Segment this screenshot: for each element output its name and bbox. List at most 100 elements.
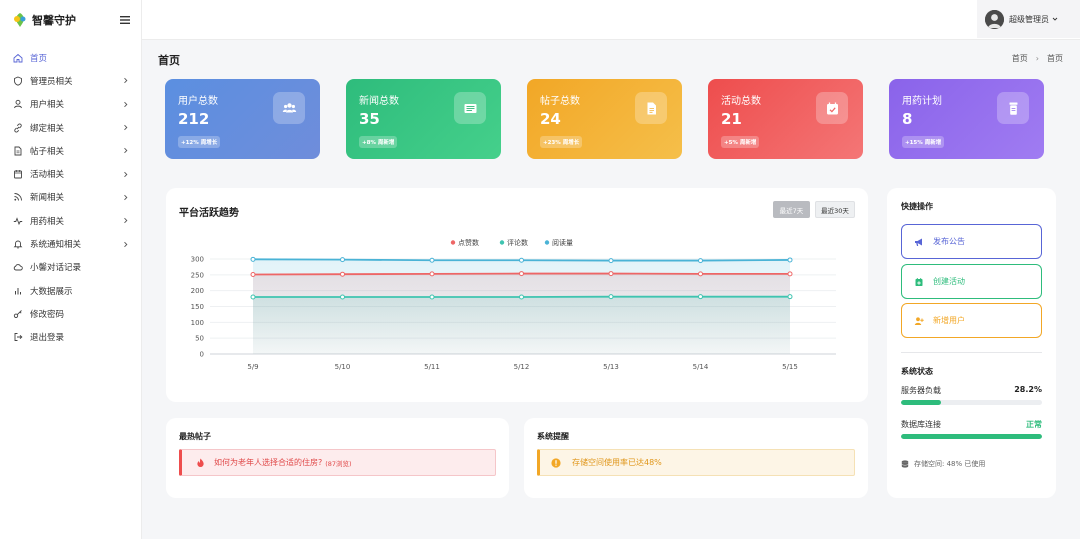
sidebar-item[interactable]: 修改密码 bbox=[0, 302, 141, 325]
legend-label: 评论数 bbox=[507, 238, 528, 247]
stat-card[interactable]: 活动总数 21 +5% 周新增 bbox=[708, 79, 863, 159]
db-connection-fill bbox=[901, 434, 1042, 439]
sidebar-item[interactable]: 帖子相关 bbox=[0, 139, 141, 162]
avatar bbox=[985, 9, 1004, 29]
legend-marker bbox=[544, 240, 550, 245]
reminder-item: 存储空间使用率已达48% bbox=[537, 449, 855, 476]
sidebar: 智馨守护 首页管理员相关用户相关 绑定相关帖子相关活动相关新闻相关用药相关系统通知… bbox=[0, 0, 142, 539]
cloud-icon bbox=[13, 264, 23, 271]
link-icon bbox=[14, 123, 22, 133]
data-point bbox=[698, 294, 703, 300]
bar-chart-icon bbox=[15, 287, 21, 295]
sidebar-menu: 首页管理员相关用户相关 绑定相关帖子相关活动相关新闻相关用药相关系统通知相关 小馨对… bbox=[0, 46, 141, 349]
divider bbox=[901, 352, 1042, 353]
data-point bbox=[340, 294, 345, 300]
quick-action-label: 创建活动 bbox=[933, 277, 965, 286]
sidebar-item[interactable]: 退出登录 bbox=[0, 326, 141, 349]
user-plus-icon bbox=[914, 316, 924, 325]
server-load-bar bbox=[901, 400, 1042, 405]
sidebar-item-label: 大数据展示 bbox=[30, 286, 73, 297]
stat-growth-badge: +23% 周增长 bbox=[540, 136, 583, 148]
sidebar-item-label: 管理员相关 bbox=[30, 76, 73, 87]
stat-card[interactable]: 用药计划 8 +15% 周新增 bbox=[889, 79, 1044, 159]
data-point bbox=[519, 294, 524, 300]
data-point bbox=[429, 257, 435, 263]
data-point bbox=[429, 271, 435, 277]
sidebar-item[interactable]: 用户相关 bbox=[0, 93, 141, 116]
data-point bbox=[250, 272, 256, 278]
newspaper-icon bbox=[464, 103, 476, 113]
legend-label: 阅读量 bbox=[552, 238, 573, 247]
data-point bbox=[787, 294, 793, 300]
stat-card[interactable]: 帖子总数 24 +23% 周增长 bbox=[527, 79, 682, 159]
top-header: 超级管理员 bbox=[142, 0, 1080, 40]
legend-label: 点赞数 bbox=[458, 238, 479, 247]
sidebar-item[interactable]: 绑定相关 bbox=[0, 116, 141, 139]
trend-panel: 平台活跃趋势 最近7天 最近30天 0 50 100 150 200 250 300 5/9 5… bbox=[166, 188, 868, 402]
database-icon bbox=[901, 460, 909, 468]
sidebar-item-label: 修改密码 bbox=[30, 309, 65, 320]
stat-icon-box bbox=[273, 92, 305, 124]
x-tick-label: 5/12 bbox=[514, 363, 530, 371]
user-name: 超级管理员 bbox=[1009, 14, 1049, 24]
quick-action-label: 新增用户 bbox=[933, 316, 965, 325]
chevron-down-icon bbox=[1052, 17, 1058, 21]
activity-chart: 0 50 100 150 200 250 300 5/9 5/10 5/11 5/12 5/13 5/1… bbox=[191, 238, 836, 371]
stat-icon-box bbox=[997, 92, 1029, 124]
pill-bottle-icon bbox=[1009, 102, 1017, 115]
data-point bbox=[250, 256, 256, 262]
quick-action-button[interactable]: 新增用户 bbox=[901, 303, 1042, 338]
chevron-right-icon bbox=[124, 241, 128, 247]
quick-action-button[interactable]: 创建活动 bbox=[901, 264, 1042, 299]
chevron-right-icon bbox=[124, 148, 128, 154]
logo-icon bbox=[14, 13, 26, 27]
megaphone-icon bbox=[915, 238, 922, 246]
sidebar-item[interactable]: 系统通知相关 bbox=[0, 232, 141, 255]
file-icon bbox=[14, 146, 22, 156]
server-load-value: 28.2% bbox=[1014, 385, 1042, 394]
legend-marker bbox=[499, 240, 505, 245]
data-point bbox=[698, 271, 703, 277]
hot-posts-panel: 最热帖子 如何为老年人选择合适的住房? (87浏览) bbox=[166, 418, 509, 498]
quick-action-button[interactable]: 发布公告 bbox=[901, 224, 1042, 259]
calendar-icon bbox=[14, 170, 22, 179]
data-point bbox=[429, 294, 435, 300]
data-point bbox=[608, 271, 614, 277]
stat-growth-badge: +8% 周新增 bbox=[359, 136, 398, 148]
stat-icon-box bbox=[635, 92, 667, 124]
hot-post-item[interactable]: 如何为老年人选择合适的住房? (87浏览) bbox=[179, 449, 496, 476]
data-point bbox=[608, 294, 614, 300]
stat-card[interactable]: 用户总数 212 +12% 周增长 bbox=[165, 79, 320, 159]
data-point bbox=[340, 257, 345, 263]
sidebar-item[interactable]: 小馨对话记录 bbox=[0, 256, 141, 279]
sidebar-item[interactable]: 新闻相关 bbox=[0, 186, 141, 209]
sidebar-item[interactable]: 大数据展示 bbox=[0, 279, 141, 302]
sidebar-item-label: 小馨对话记录 bbox=[30, 263, 82, 274]
home-icon bbox=[13, 53, 23, 63]
sidebar-item[interactable]: 用药相关 bbox=[0, 209, 141, 232]
reminders-title: 系统提醒 bbox=[537, 432, 569, 441]
calendar-check-icon bbox=[826, 102, 838, 114]
chevron-right-icon bbox=[124, 78, 128, 84]
data-point bbox=[698, 258, 703, 264]
users-icon bbox=[282, 102, 296, 112]
breadcrumb-item[interactable]: 首页 bbox=[1012, 53, 1028, 64]
y-tick-label: 100 bbox=[191, 319, 204, 327]
sidebar-item-label: 系统通知相关 bbox=[30, 240, 82, 251]
reminders-panel: 系统提醒 存储空间使用率已达48% bbox=[524, 418, 868, 498]
sidebar-item-label: 帖子相关 bbox=[30, 146, 65, 157]
menu-toggle-icon[interactable] bbox=[119, 14, 131, 26]
app-title: 智馨守护 bbox=[32, 14, 76, 27]
user-menu[interactable]: 超级管理员 bbox=[977, 0, 1080, 38]
db-label: 数据库连接 bbox=[901, 420, 941, 429]
breadcrumb-item: 首页 bbox=[1047, 54, 1063, 63]
sidebar-item[interactable]: 管理员相关 bbox=[0, 69, 141, 92]
sidebar-item-label: 新闻相关 bbox=[30, 193, 65, 204]
stat-card[interactable]: 新闻总数 35 +8% 周新增 bbox=[346, 79, 501, 159]
chevron-right-icon bbox=[124, 101, 128, 107]
quick-actions-panel: 快捷操作 发布公告 创建活动 新增用户 系统状态 服务器负载 28.2% 数据库连接… bbox=[887, 188, 1056, 498]
sidebar-item[interactable]: 首页 bbox=[0, 46, 141, 69]
y-tick-label: 50 bbox=[195, 335, 204, 343]
sidebar-item[interactable]: 活动相关 bbox=[0, 162, 141, 185]
data-point bbox=[787, 271, 793, 277]
